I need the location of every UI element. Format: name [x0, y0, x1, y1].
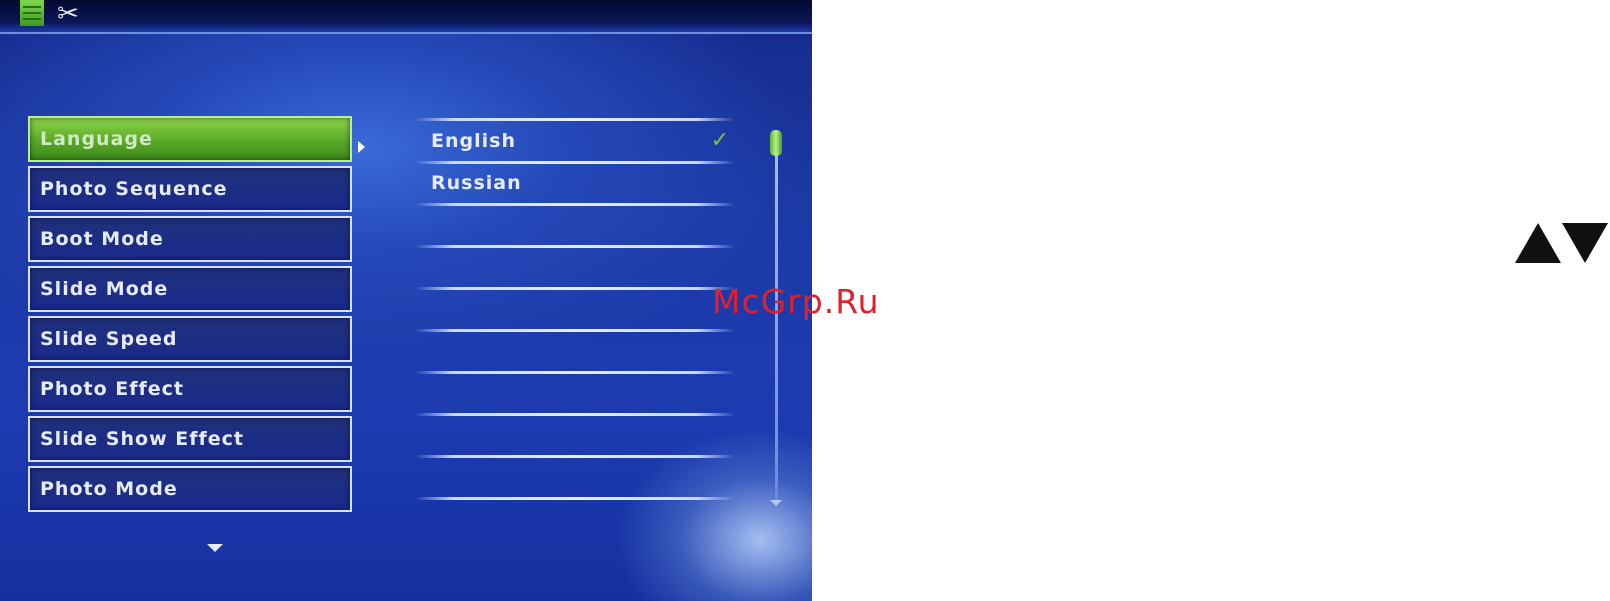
device-screen: ✂ Language Photo Sequence Boot Mode Slid…	[0, 0, 812, 601]
selection-pointer-icon	[358, 141, 365, 153]
folder-icon[interactable]	[20, 0, 44, 26]
menu-item-slide-mode[interactable]: Slide Mode	[28, 266, 352, 312]
menu-item-language[interactable]: Language	[28, 116, 352, 162]
menu-item-label: Photo Effect	[40, 378, 184, 400]
menu-item-label: Photo Sequence	[40, 178, 228, 200]
menu-item-slide-show-effect[interactable]: Slide Show Effect	[28, 416, 352, 462]
option-empty	[415, 248, 735, 290]
menu-item-label: Language	[40, 128, 153, 150]
menu-item-label: Slide Mode	[40, 278, 169, 300]
settings-menu: Language Photo Sequence Boot Mode Slide …	[28, 116, 352, 516]
option-empty	[415, 206, 735, 248]
option-russian[interactable]: Russian	[415, 164, 735, 206]
menu-scroll-down-icon[interactable]	[207, 544, 223, 552]
option-empty	[415, 290, 735, 332]
up-arrow-icon	[1515, 223, 1561, 263]
menu-item-label: Slide Show Effect	[40, 428, 244, 450]
tools-icon[interactable]: ✂	[52, 0, 84, 28]
watermark-text: McGrp.Ru	[712, 282, 880, 321]
divider	[415, 118, 735, 121]
menu-item-slide-speed[interactable]: Slide Speed	[28, 316, 352, 362]
scroll-down-icon[interactable]	[770, 500, 782, 506]
option-empty	[415, 374, 735, 416]
check-icon: ✓	[710, 128, 729, 153]
menu-item-label: Slide Speed	[40, 328, 178, 350]
menu-item-photo-mode[interactable]: Photo Mode	[28, 466, 352, 512]
option-empty	[415, 458, 735, 500]
menu-item-boot-mode[interactable]: Boot Mode	[28, 216, 352, 262]
top-bar: ✂	[0, 0, 812, 34]
option-empty	[415, 332, 735, 374]
scrollbar-thumb[interactable]	[770, 130, 782, 156]
menu-item-label: Boot Mode	[40, 228, 164, 250]
down-arrow-icon	[1562, 223, 1608, 263]
menu-item-photo-sequence[interactable]: Photo Sequence	[28, 166, 352, 212]
divider	[415, 497, 735, 500]
menu-item-photo-effect[interactable]: Photo Effect	[28, 366, 352, 412]
options-list: English ✓ Russian	[415, 118, 735, 500]
option-label: Russian	[431, 172, 522, 194]
option-empty	[415, 416, 735, 458]
option-label: English	[431, 130, 516, 152]
menu-item-label: Photo Mode	[40, 478, 178, 500]
option-english[interactable]: English ✓	[415, 122, 735, 164]
